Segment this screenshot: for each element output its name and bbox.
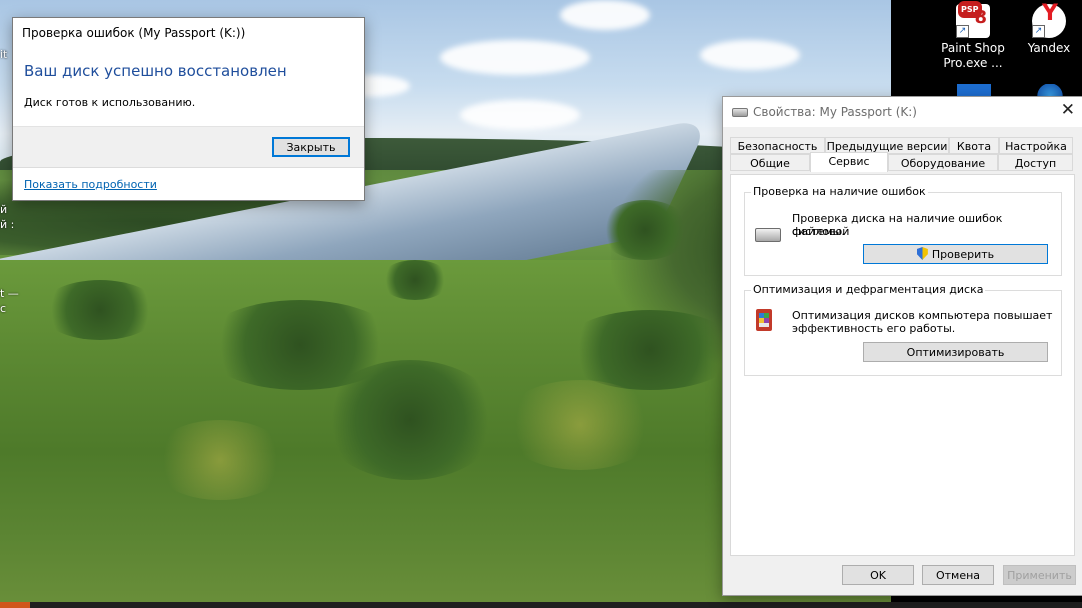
flowers xyxy=(500,380,660,470)
desktop-icon-label: Paint Shop xyxy=(941,41,1005,55)
dialog-message: Диск готов к использованию. xyxy=(24,96,196,109)
drive-properties-window: Свойства: My Passport (K:) ✕ Безопасност… xyxy=(722,96,1082,596)
bush xyxy=(380,260,450,300)
bush xyxy=(320,360,500,480)
optimize-button[interactable]: Оптимизировать xyxy=(863,342,1048,362)
ie-icon[interactable] xyxy=(1033,84,1067,96)
bush xyxy=(560,310,740,390)
cloud xyxy=(700,40,800,70)
bush xyxy=(40,280,160,340)
error-check-group: Проверка на наличие ошибок Проверка диск… xyxy=(744,185,1062,276)
psp-number: 8 xyxy=(974,7,987,28)
tab-general[interactable]: Общие xyxy=(730,154,810,171)
tab-customize[interactable]: Настройка xyxy=(999,137,1073,154)
bush xyxy=(600,200,690,260)
paintshop-icon: PSP 8 ↗ xyxy=(956,1,990,38)
group-title: Оптимизация и дефрагментация диска xyxy=(751,283,986,296)
tab-quota[interactable]: Квота xyxy=(949,137,999,154)
apply-button[interactable]: Применить xyxy=(1003,565,1076,585)
ok-button[interactable]: OK xyxy=(842,565,914,585)
dialog-title: Проверка ошибок (My Passport (K:)) xyxy=(22,26,246,40)
shortcut-arrow-icon: ↗ xyxy=(956,25,969,38)
dialog-button-bar: Закрыть xyxy=(13,126,364,168)
tools-tab-page: Проверка на наличие ошибок Проверка диск… xyxy=(730,174,1075,556)
yandex-logo: Y xyxy=(1042,1,1058,26)
group-description: эффективность его работы. xyxy=(792,322,956,335)
group-description: Оптимизация дисков компьютера повышает xyxy=(792,309,1053,322)
partial-desktop-icon[interactable] xyxy=(957,84,991,96)
show-details-link[interactable]: Показать подробности xyxy=(24,178,157,191)
cloud xyxy=(440,40,590,75)
yandex-icon: Y ↗ xyxy=(1032,1,1066,38)
tab-hardware[interactable]: Оборудование xyxy=(888,154,998,171)
tab-tools[interactable]: Сервис xyxy=(810,152,888,172)
taskbar[interactable] xyxy=(0,602,1082,608)
cloud xyxy=(560,0,650,30)
clipped-desktop-label[interactable]: t — xyxy=(0,287,19,300)
close-button[interactable]: Закрыть xyxy=(272,137,350,157)
check-result-dialog: Проверка ошибок (My Passport (K:)) Ваш д… xyxy=(12,17,365,201)
desktop-icon-label: Yandex xyxy=(1027,41,1071,55)
tab-sharing[interactable]: Доступ xyxy=(998,154,1073,171)
close-icon[interactable]: ✕ xyxy=(1061,100,1075,120)
desktop-icon-label: Pro.exe ... xyxy=(943,56,1003,70)
check-button[interactable]: Проверить xyxy=(863,244,1048,264)
group-description: системы. xyxy=(792,225,845,238)
title-bar[interactable]: Свойства: My Passport (K:) ✕ xyxy=(723,97,1082,127)
desktop-icon-yandex[interactable]: Y ↗ Yandex xyxy=(1009,1,1082,56)
window-title: Свойства: My Passport (K:) xyxy=(753,105,917,119)
clipped-desktop-label[interactable]: й : xyxy=(0,218,14,231)
shortcut-arrow-icon: ↗ xyxy=(1032,25,1045,38)
group-title: Проверка на наличие ошибок xyxy=(751,185,928,198)
optimize-group: Оптимизация и дефрагментация диска Оптим… xyxy=(744,283,1062,376)
hard-drive-icon xyxy=(755,228,781,242)
cloud xyxy=(460,100,580,130)
clipped-desktop-label[interactable]: it xyxy=(0,48,7,61)
clipped-desktop-label[interactable]: й xyxy=(0,203,7,216)
flowers xyxy=(150,420,290,500)
cancel-button[interactable]: Отмена xyxy=(922,565,994,585)
drive-icon xyxy=(732,108,748,117)
defrag-icon xyxy=(756,309,772,331)
uac-shield-icon xyxy=(916,247,928,260)
clipped-desktop-label[interactable]: c xyxy=(0,302,6,315)
check-button-label: Проверить xyxy=(931,248,995,261)
dialog-heading: Ваш диск успешно восстановлен xyxy=(24,62,287,80)
desktop-icon-paintshop[interactable]: PSP 8 ↗ Paint Shop Pro.exe ... xyxy=(933,1,1013,71)
